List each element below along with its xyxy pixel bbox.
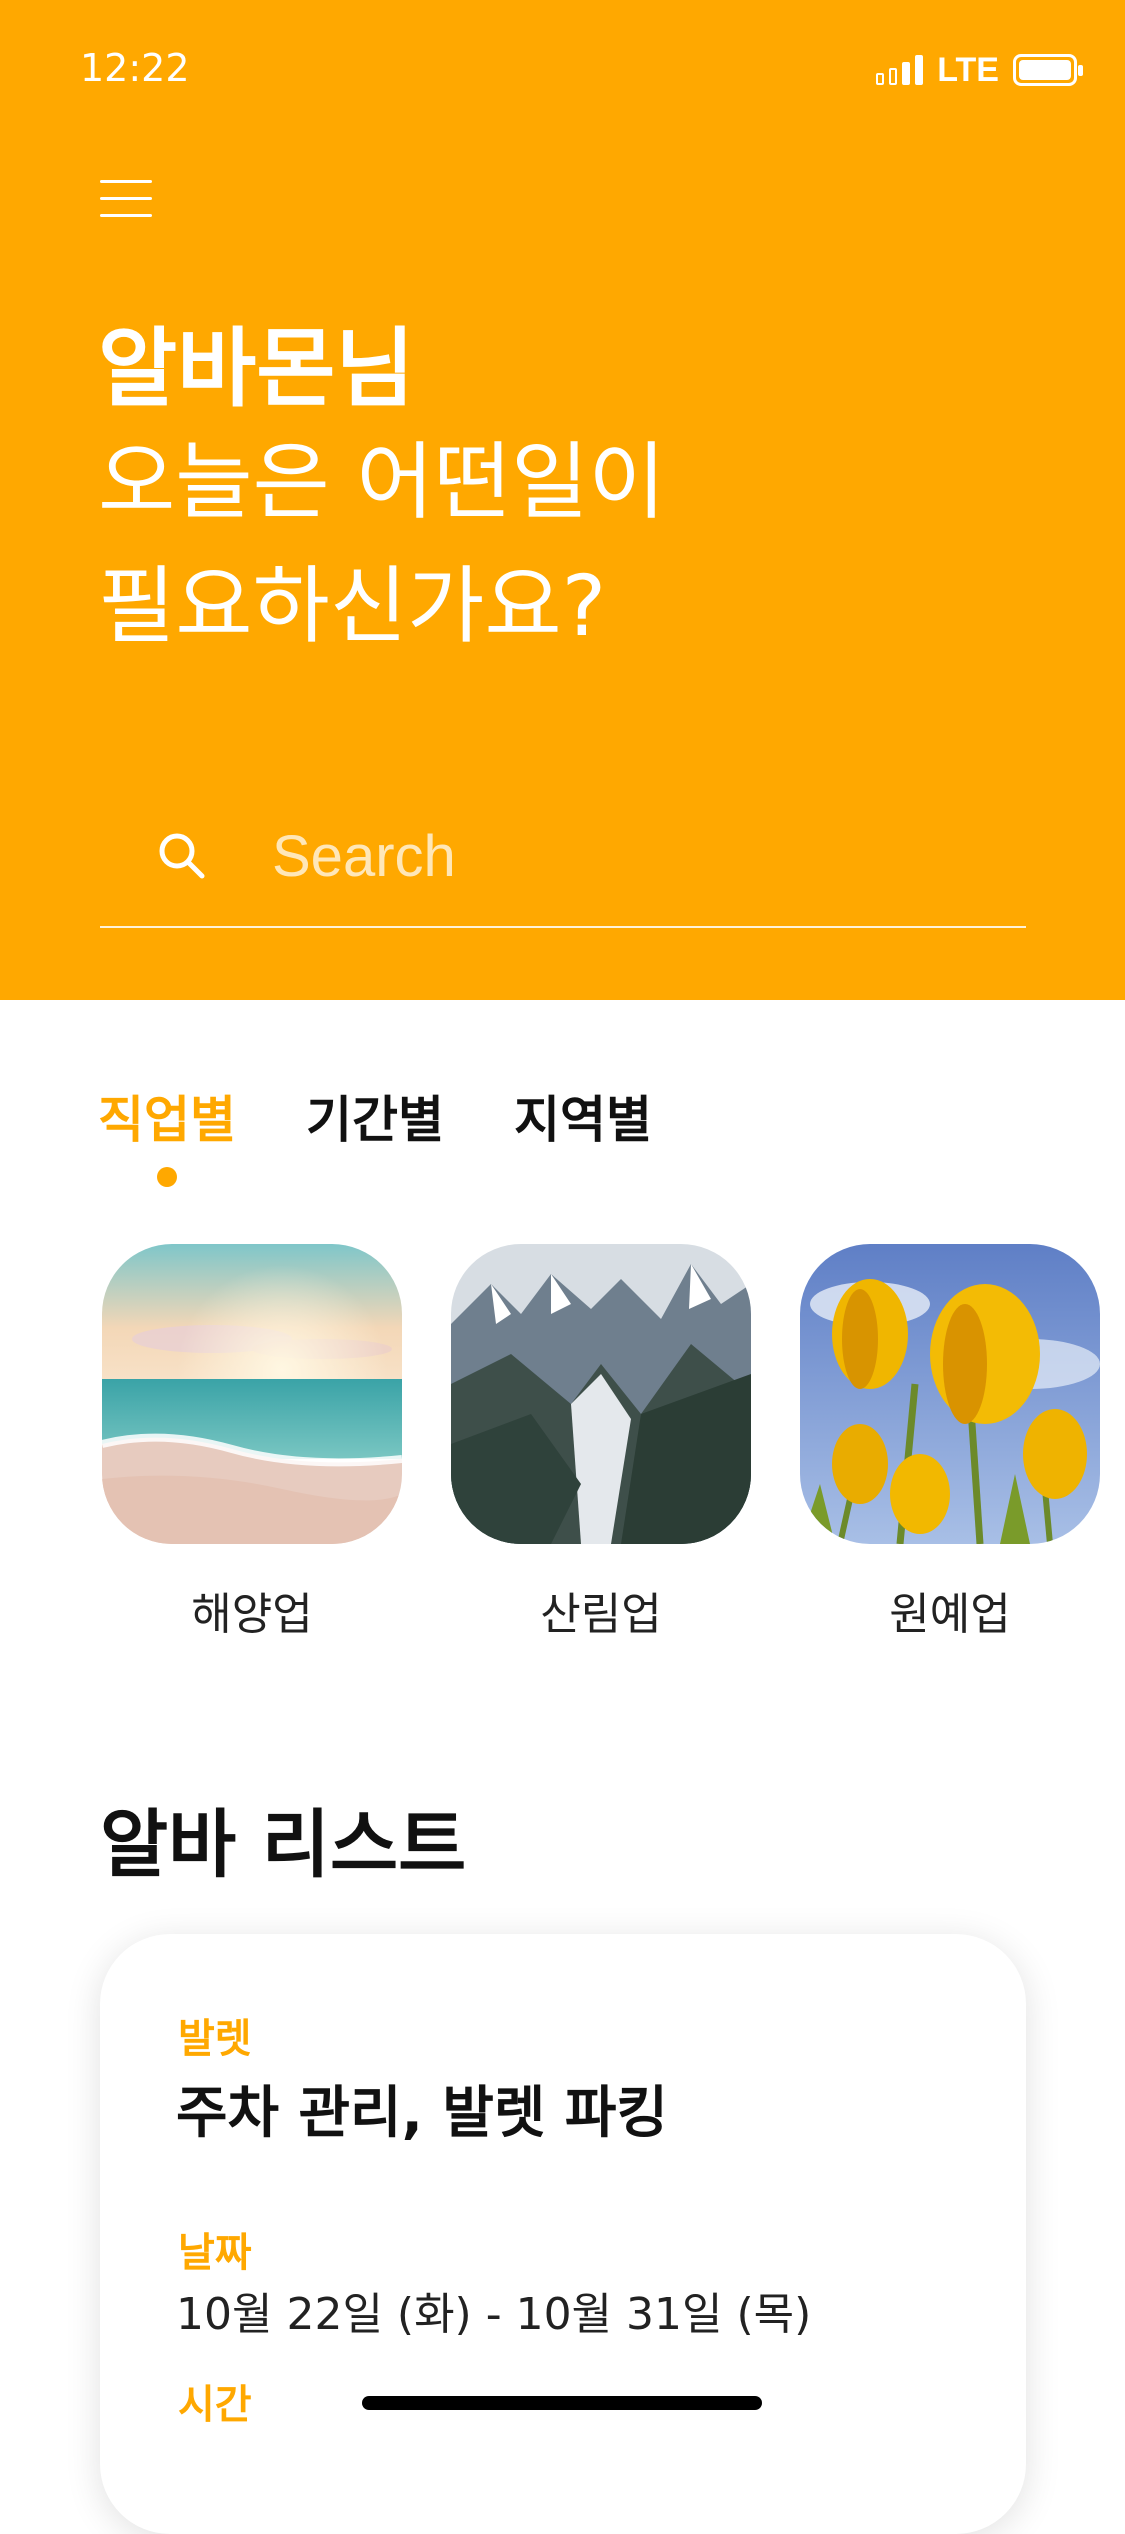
- mountain-glacier-image: [451, 1244, 751, 1544]
- greeting-name: 알바몬님: [98, 319, 415, 419]
- job-time-label: 시간: [178, 2382, 252, 2428]
- tab-by-job[interactable]: 직업별: [98, 1080, 236, 1152]
- category-label: 해양업: [191, 1589, 313, 1640]
- active-tab-indicator: [157, 1167, 177, 1187]
- battery-icon: [1013, 54, 1083, 86]
- category-tabs: 직업별 기간별 지역별: [98, 1080, 722, 1152]
- signal-icon: [876, 55, 924, 85]
- category-card-gardening[interactable]: 원예업: [800, 1244, 1100, 1642]
- category-label: 원예업: [889, 1589, 1011, 1640]
- job-date: 10월 22일 (화) - 10월 31일 (목): [176, 2289, 812, 2340]
- job-category: 발렛: [178, 2016, 252, 2062]
- job-card[interactable]: 발렛 주차 관리, 발렛 파킹 날짜 10월 22일 (화) - 10월 31일…: [100, 1934, 1026, 2534]
- category-card-forestry[interactable]: 산림업: [451, 1244, 751, 1642]
- yellow-tulips-image: [800, 1244, 1100, 1544]
- search-icon[interactable]: [154, 828, 210, 884]
- hamburger-menu-icon[interactable]: [96, 176, 156, 222]
- job-date-label: 날짜: [178, 2230, 252, 2276]
- greeting-line-2: 필요하신가요?: [98, 557, 607, 655]
- job-title: 주차 관리, 발렛 파킹: [176, 2081, 668, 2146]
- network-type: LTE: [937, 50, 999, 89]
- tab-by-period[interactable]: 기간별: [306, 1080, 444, 1152]
- job-list-title: 알바 리스트: [100, 1802, 467, 1888]
- home-indicator[interactable]: [362, 2396, 762, 2410]
- status-indicators: LTE: [876, 50, 1083, 90]
- tab-by-region[interactable]: 지역별: [514, 1080, 652, 1152]
- status-time: 12:22: [80, 46, 190, 90]
- category-label: 산림업: [540, 1589, 662, 1640]
- category-card-marine[interactable]: 해양업: [102, 1244, 402, 1642]
- search-input[interactable]: [270, 820, 974, 892]
- greeting-line-1: 오늘은 어떤일이: [98, 433, 666, 531]
- search-bar: [100, 800, 1026, 928]
- beach-sunset-image: [102, 1244, 402, 1544]
